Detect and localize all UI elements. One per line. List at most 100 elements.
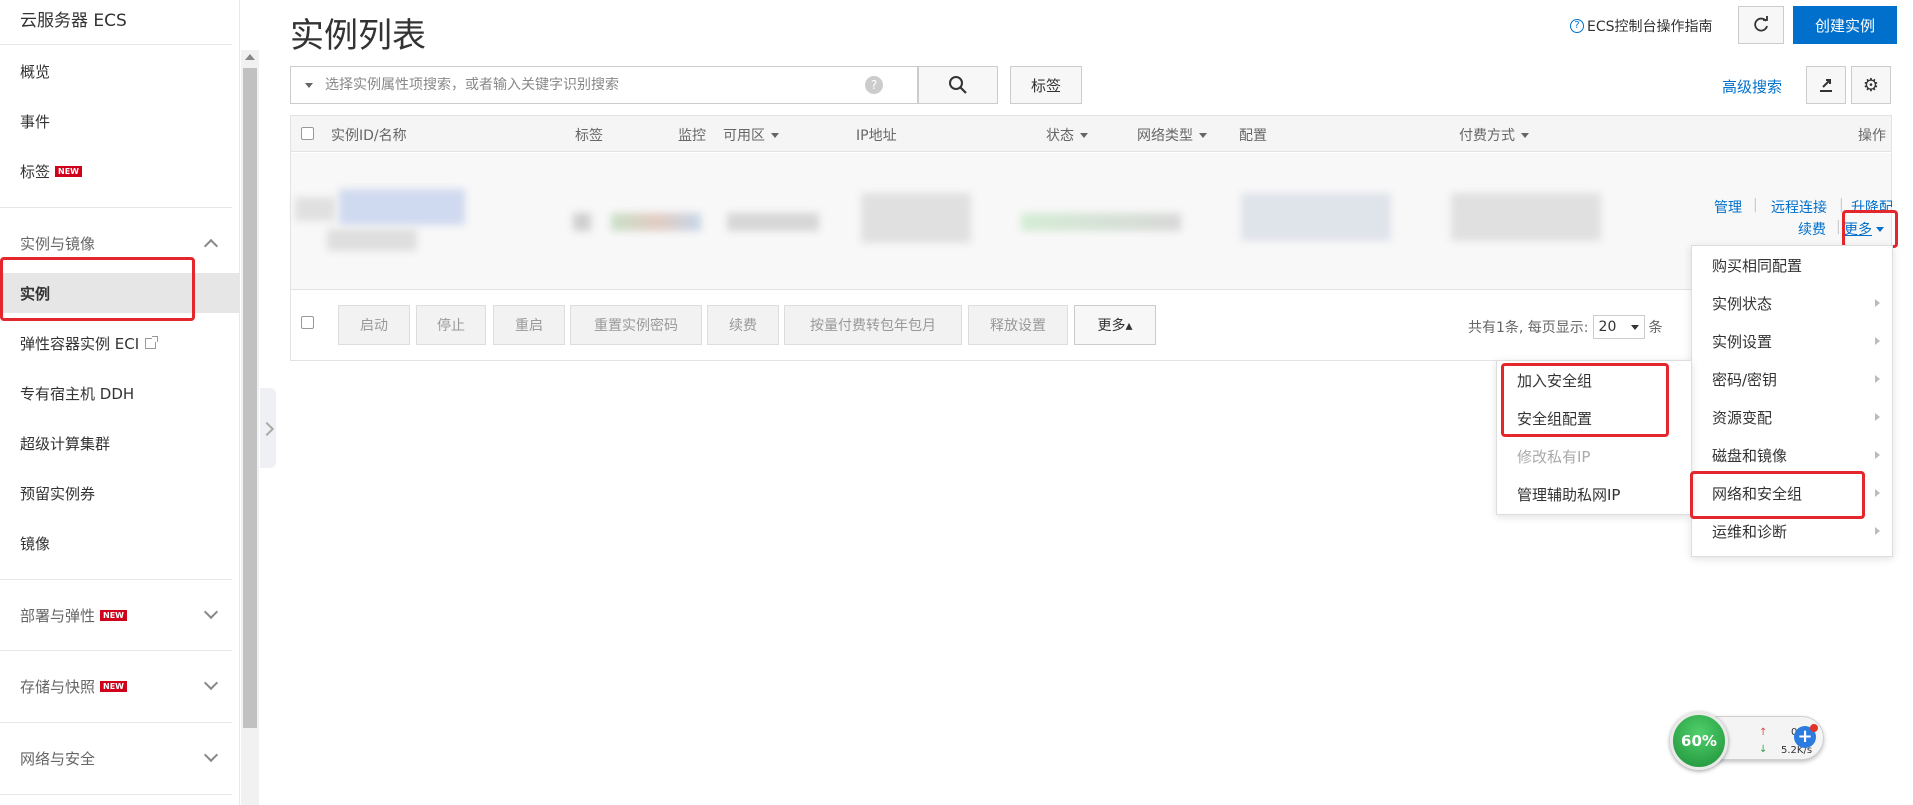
sidebar-group-label: 网络与安全 (20, 749, 96, 768)
divider (0, 650, 232, 651)
col-status[interactable]: 状态 (1046, 125, 1088, 145)
release-settings-button[interactable]: 释放设置 (968, 305, 1068, 345)
menu-item-instance-settings[interactable]: 实例设置 (1692, 322, 1892, 360)
sidebar-item-label: 超级计算集群 (20, 434, 111, 453)
help-link-label: ECS控制台操作指南 (1587, 19, 1713, 35)
submenu-item-manage-secondary-ip[interactable]: 管理辅助私网IP (1497, 475, 1691, 513)
upgrade-link[interactable]: 升降配 (1851, 197, 1893, 217)
sidebar-item-tags[interactable]: 标签 NEW (0, 151, 240, 191)
menu-item-network-security[interactable]: 网络和安全组 (1692, 474, 1892, 512)
sidebar-item-label: 专有宿主机 DDH (20, 384, 135, 403)
menu-item-label: 加入安全组 (1517, 371, 1593, 390)
tag-filter-button[interactable]: 标签 (1010, 66, 1082, 104)
caret-down-icon (1521, 133, 1529, 138)
menu-item-label: 实例设置 (1712, 332, 1773, 351)
export-icon (1820, 79, 1832, 92)
page-size-value: 20 (1598, 319, 1617, 335)
menu-item-ops-diagnosis[interactable]: 运维和诊断 (1692, 512, 1892, 550)
redacted-billing (1451, 193, 1601, 241)
sidebar-group-label: 部署与弹性 (20, 606, 96, 625)
renew-link[interactable]: 续费 (1798, 219, 1826, 239)
col-billing[interactable]: 付费方式 (1459, 125, 1529, 145)
remote-connect-link[interactable]: 远程连接 (1771, 197, 1827, 217)
chevron-right-icon (1875, 527, 1880, 535)
submenu-item-join-security-group[interactable]: 加入安全组 (1497, 361, 1691, 399)
renew-button[interactable]: 续费 (707, 305, 779, 345)
settings-button[interactable]: ⚙ (1851, 66, 1891, 104)
page-size-select[interactable]: 20 (1592, 315, 1645, 339)
sidebar-item-overview[interactable]: 概览 (0, 51, 240, 91)
menu-item-label: 实例状态 (1712, 294, 1773, 313)
menu-item-password-key[interactable]: 密码/密钥 (1692, 360, 1892, 398)
sidebar-group-label: 存储与快照 (20, 677, 96, 696)
help-guide-link[interactable]: ? ECS控制台操作指南 (1570, 16, 1713, 36)
caret-down-icon[interactable] (305, 82, 313, 88)
menu-item-label: 安全组配置 (1517, 409, 1593, 428)
menu-item-buy-same[interactable]: 购买相同配置 (1692, 246, 1892, 284)
search-box[interactable]: ? (290, 66, 918, 104)
sidebar-item-label: 概览 (20, 62, 51, 81)
chevron-up-icon (203, 238, 219, 254)
reset-password-button[interactable]: 重置实例密码 (570, 305, 702, 345)
sidebar-item-reserved[interactable]: 预留实例券 (0, 473, 240, 513)
submenu-item-security-group-config[interactable]: 安全组配置 (1497, 399, 1691, 437)
question-icon[interactable]: ? (865, 76, 883, 94)
sidebar-group-deploy[interactable]: 部署与弹性 NEW (0, 595, 240, 635)
scroll-up-arrow-icon[interactable] (245, 54, 255, 60)
menu-item-label: 管理辅助私网IP (1517, 485, 1621, 504)
sidebar-item-eci[interactable]: 弹性容器实例 ECI (0, 323, 240, 363)
export-button[interactable] (1806, 66, 1846, 104)
sidebar-item-instances[interactable]: 实例 (0, 273, 240, 313)
sidebar-item-scc[interactable]: 超级计算集群 (0, 423, 240, 463)
more-dropdown-link[interactable]: 更多 (1844, 219, 1884, 239)
manage-link[interactable]: 管理 (1714, 197, 1742, 217)
memory-usage-circle[interactable]: 60% (1670, 712, 1728, 770)
search-input[interactable] (325, 77, 865, 93)
redacted-instance-id (339, 189, 465, 225)
menu-item-label: 磁盘和镜像 (1712, 446, 1788, 465)
menu-item-instance-status[interactable]: 实例状态 (1692, 284, 1892, 322)
create-instance-button[interactable]: 创建实例 (1793, 6, 1897, 44)
col-config: 配置 (1239, 128, 1267, 144)
advanced-search-link[interactable]: 高级搜索 (1722, 76, 1782, 97)
new-badge: NEW (100, 680, 127, 692)
sidebar-group-storage[interactable]: 存储与快照 NEW (0, 666, 240, 706)
restart-button[interactable]: 重启 (493, 305, 565, 345)
col-label: 状态 (1046, 128, 1074, 144)
sidebar-item-label: 标签 (20, 162, 51, 181)
redacted-tag (573, 213, 591, 231)
menu-item-disk-image[interactable]: 磁盘和镜像 (1692, 436, 1892, 474)
sidebar-item-ddh[interactable]: 专有宿主机 DDH (0, 373, 240, 413)
stop-button[interactable]: 停止 (416, 305, 486, 345)
separator: | (1836, 219, 1841, 235)
notification-dot (1810, 724, 1818, 732)
caret-down-icon (1199, 133, 1207, 138)
divider (0, 579, 232, 580)
new-badge: NEW (55, 165, 82, 177)
refresh-button[interactable] (1738, 6, 1784, 44)
caret-down-icon (1876, 227, 1884, 232)
chevron-right-icon (1875, 413, 1880, 421)
external-link-icon (145, 335, 159, 349)
convert-billing-button[interactable]: 按量付费转包年包月 (784, 305, 962, 345)
sidebar-collapse-handle[interactable] (260, 388, 276, 468)
search-button[interactable] (918, 66, 998, 104)
select-all-checkbox[interactable] (301, 127, 314, 140)
menu-item-resource-change[interactable]: 资源变配 (1692, 398, 1892, 436)
sidebar-item-images[interactable]: 镜像 (0, 523, 240, 563)
start-button[interactable]: 启动 (338, 305, 410, 345)
bulk-more-button[interactable]: 更多▴ (1074, 305, 1156, 345)
sidebar-scrollbar[interactable] (241, 50, 259, 805)
sidebar-group-network[interactable]: 网络与安全 (0, 738, 240, 778)
separator: | (1839, 197, 1844, 213)
col-zone[interactable]: 可用区 (723, 125, 779, 145)
sidebar-item-events[interactable]: 事件 (0, 101, 240, 141)
page-title: 实例列表 (290, 16, 426, 56)
network-speed-widget[interactable]: ↑ 0K/s ↓ 5.2K/s 60% + (1670, 712, 1826, 770)
chevron-right-icon (1875, 489, 1880, 497)
sidebar-group-instances-images[interactable]: 实例与镜像 (0, 223, 240, 263)
scrollbar-thumb[interactable] (243, 68, 257, 728)
bulk-select-checkbox[interactable] (301, 316, 314, 329)
col-network[interactable]: 网络类型 (1137, 125, 1207, 145)
refresh-icon (1754, 16, 1768, 32)
